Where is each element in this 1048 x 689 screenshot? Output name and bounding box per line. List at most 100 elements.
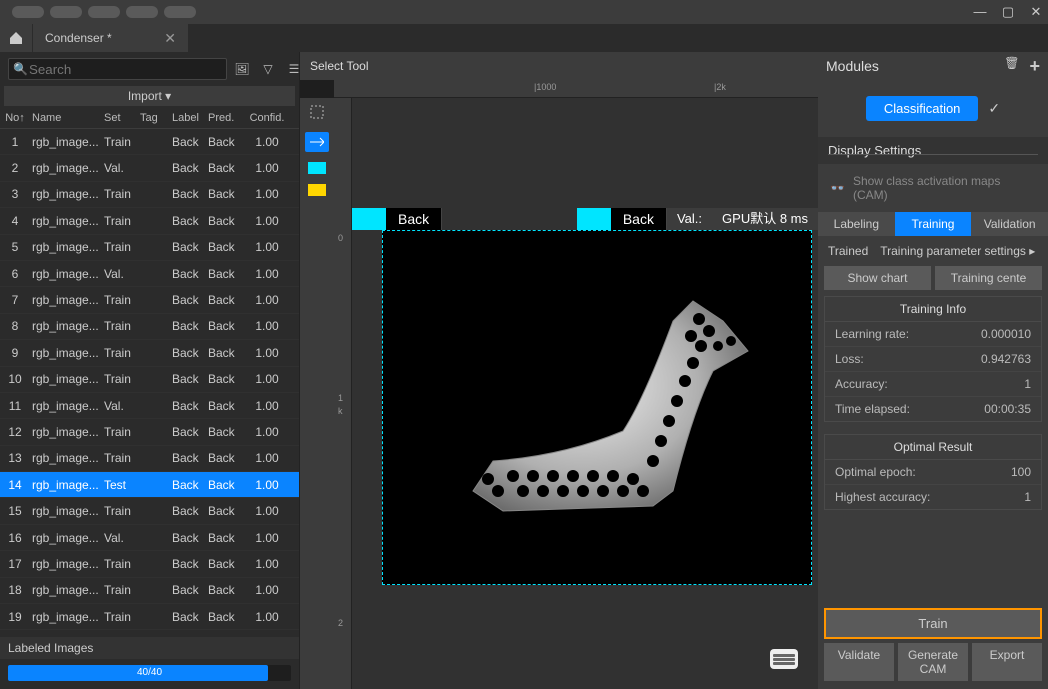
table-row[interactable]: 5rgb_image...TrainBackBack1.00 bbox=[0, 235, 299, 261]
tab-training[interactable]: Training bbox=[895, 212, 972, 236]
image-icon[interactable]: 🖼 bbox=[233, 60, 251, 78]
tabbar: Condenser * ✕ bbox=[0, 24, 1048, 52]
cell-set: Train bbox=[102, 135, 138, 149]
cam-toggle[interactable]: 👓 Show class activation maps (CAM) bbox=[818, 164, 1048, 212]
cell-name: rgb_image... bbox=[30, 135, 102, 149]
add-icon[interactable]: + bbox=[1029, 56, 1040, 77]
table-row[interactable]: 6rgb_image...Val.BackBack1.00 bbox=[0, 261, 299, 287]
close-window-button[interactable]: ✕ bbox=[1028, 4, 1044, 20]
hacc-label: Highest accuracy: bbox=[835, 490, 930, 504]
table-row[interactable]: 16rgb_image...Val.BackBack1.00 bbox=[0, 525, 299, 551]
cell-pred: Back bbox=[206, 583, 244, 597]
generate-cam-button[interactable]: Generate CAM bbox=[898, 643, 968, 681]
cell-set: Train bbox=[102, 372, 138, 386]
cell-conf: 1.00 bbox=[244, 267, 290, 281]
cell-label: Back bbox=[170, 161, 206, 175]
time-value: 00:00:35 bbox=[984, 402, 1031, 416]
show-chart-button[interactable]: Show chart bbox=[824, 266, 931, 290]
import-button[interactable]: Import ▾ bbox=[4, 86, 295, 106]
col-no[interactable]: No↑ bbox=[0, 112, 30, 124]
table-row[interactable]: 11rgb_image...Val.BackBack1.00 bbox=[0, 393, 299, 419]
tab-condenser[interactable]: Condenser * ✕ bbox=[33, 24, 188, 52]
right-panel: Modules 🗑 + Classification ✓ Display Set… bbox=[818, 52, 1048, 689]
table-row[interactable]: 2rgb_image...Val.BackBack1.00 bbox=[0, 155, 299, 181]
table-row[interactable]: 12rgb_image...TrainBackBack1.00 bbox=[0, 419, 299, 445]
cell-no: 14 bbox=[0, 478, 30, 492]
cell-no: 2 bbox=[0, 161, 30, 175]
table-row[interactable]: 9rgb_image...TrainBackBack1.00 bbox=[0, 340, 299, 366]
swatch-cyan[interactable] bbox=[308, 162, 326, 174]
title-pills bbox=[4, 6, 196, 18]
cam-label: Show class activation maps (CAM) bbox=[853, 174, 1036, 202]
filter-icon[interactable]: ▽ bbox=[259, 60, 277, 78]
col-pred[interactable]: Pred. bbox=[206, 112, 244, 124]
cell-set: Train bbox=[102, 214, 138, 228]
hacc-value: 1 bbox=[1024, 490, 1031, 504]
trash-icon[interactable]: 🗑 bbox=[1004, 56, 1019, 77]
cell-name: rgb_image... bbox=[30, 161, 102, 175]
tab-labeling[interactable]: Labeling bbox=[818, 212, 895, 236]
col-tag[interactable]: Tag bbox=[138, 112, 170, 124]
cell-no: 8 bbox=[0, 319, 30, 333]
cell-pred: Back bbox=[206, 531, 244, 545]
table-row[interactable]: 10rgb_image...TrainBackBack1.00 bbox=[0, 367, 299, 393]
cell-pred: Back bbox=[206, 187, 244, 201]
table-row[interactable]: 3rgb_image...TrainBackBack1.00 bbox=[0, 182, 299, 208]
ruler-left: 0 1 k 2 bbox=[334, 98, 352, 689]
table-row[interactable]: 13rgb_image...TrainBackBack1.00 bbox=[0, 446, 299, 472]
cell-name: rgb_image... bbox=[30, 425, 102, 439]
tab-validation[interactable]: Validation bbox=[971, 212, 1048, 236]
minimize-button[interactable]: — bbox=[972, 4, 988, 20]
col-set[interactable]: Set bbox=[102, 112, 138, 124]
progress-text: 40/40 bbox=[8, 665, 291, 681]
col-conf[interactable]: Confid. bbox=[244, 112, 290, 124]
center-panel: Select Tool |1000 |2k 0 1 k 2 Back bbox=[300, 52, 818, 689]
validate-button[interactable]: Validate bbox=[824, 643, 894, 681]
home-icon bbox=[8, 30, 24, 46]
cell-label: Back bbox=[170, 610, 206, 624]
classification-module[interactable]: Classification bbox=[866, 96, 979, 121]
table-row[interactable]: 18rgb_image...TrainBackBack1.00 bbox=[0, 578, 299, 604]
cell-no: 15 bbox=[0, 504, 30, 518]
trained-label: Trained bbox=[828, 244, 868, 258]
cell-label: Back bbox=[170, 478, 206, 492]
cell-label: Back bbox=[170, 557, 206, 571]
canvas-area[interactable]: Back Back Val.: GPU默认 8 ms bbox=[352, 98, 818, 689]
training-params-link[interactable]: Training parameter settings ▸ bbox=[880, 244, 1035, 258]
home-button[interactable] bbox=[0, 24, 32, 52]
tab-close-button[interactable]: ✕ bbox=[164, 30, 176, 47]
cell-pred: Back bbox=[206, 372, 244, 386]
maximize-button[interactable]: ▢ bbox=[1000, 4, 1016, 20]
col-name[interactable]: Name bbox=[30, 112, 102, 124]
table-row[interactable]: 14rgb_image...TestBackBack1.00 bbox=[0, 472, 299, 498]
training-info-title: Training Info bbox=[825, 297, 1041, 322]
export-button[interactable]: Export bbox=[972, 643, 1042, 681]
table-row[interactable]: 1rgb_image...TrainBackBack1.00 bbox=[0, 129, 299, 155]
cell-name: rgb_image... bbox=[30, 531, 102, 545]
train-button[interactable]: Train bbox=[824, 608, 1042, 639]
table-row[interactable]: 15rgb_image...TrainBackBack1.00 bbox=[0, 498, 299, 524]
swatch-yellow[interactable] bbox=[308, 184, 326, 196]
cell-label: Back bbox=[170, 583, 206, 597]
search-input[interactable] bbox=[8, 58, 227, 80]
keyboard-icon[interactable] bbox=[770, 649, 798, 669]
training-center-button[interactable]: Training cente bbox=[935, 266, 1042, 290]
loss-label: Loss: bbox=[835, 352, 864, 366]
table-row[interactable]: 17rgb_image...TrainBackBack1.00 bbox=[0, 551, 299, 577]
cell-no: 4 bbox=[0, 214, 30, 228]
col-label[interactable]: Label bbox=[170, 112, 206, 124]
table-row[interactable]: 19rgb_image...TrainBackBack1.00 bbox=[0, 604, 299, 630]
select-tool[interactable] bbox=[305, 102, 329, 122]
table-row[interactable]: 4rgb_image...TrainBackBack1.00 bbox=[0, 208, 299, 234]
cell-pred: Back bbox=[206, 451, 244, 465]
cell-conf: 1.00 bbox=[244, 135, 290, 149]
cell-conf: 1.00 bbox=[244, 293, 290, 307]
arrow-tool[interactable] bbox=[305, 132, 329, 152]
table-row[interactable]: 8rgb_image...TrainBackBack1.00 bbox=[0, 314, 299, 340]
pill-4 bbox=[126, 6, 158, 18]
cell-no: 1 bbox=[0, 135, 30, 149]
cell-pred: Back bbox=[206, 135, 244, 149]
cell-label: Back bbox=[170, 504, 206, 518]
chip-val: Val.: bbox=[667, 208, 712, 230]
table-row[interactable]: 7rgb_image...TrainBackBack1.00 bbox=[0, 287, 299, 313]
